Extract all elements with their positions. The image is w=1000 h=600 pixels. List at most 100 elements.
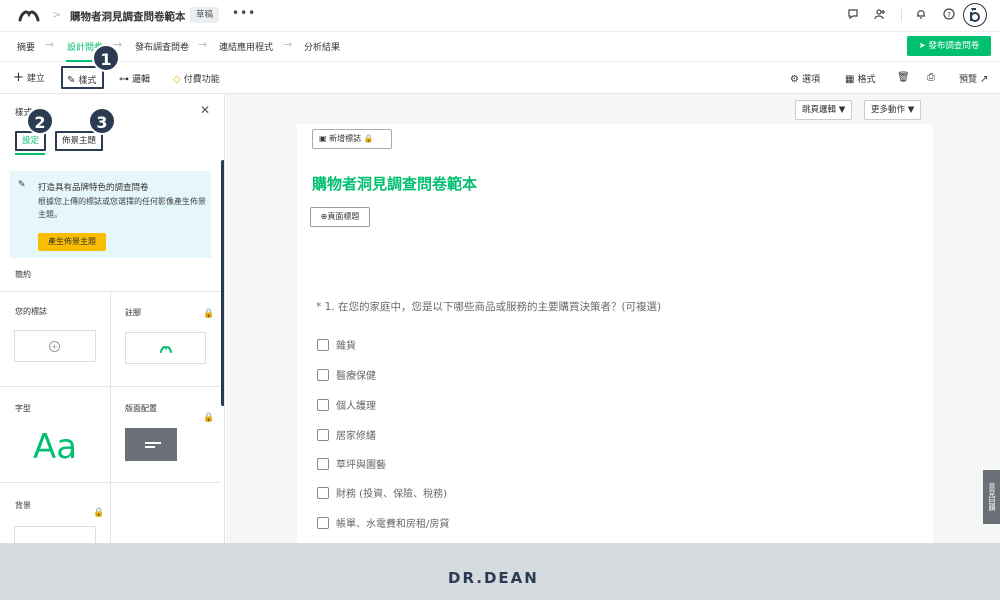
panel-scrollbar[interactable] [221, 160, 224, 406]
pencil-icon: ✎ [67, 75, 76, 86]
step-summary[interactable]: 摘要 [17, 40, 35, 53]
callout-badge-3: 3 [88, 107, 116, 135]
page-logic-button[interactable]: 跳頁邏輯 ▼ [795, 100, 853, 120]
logic-button[interactable]: ⊶ 邏輯 [119, 72, 150, 85]
plus-icon: + [49, 341, 60, 352]
app-logo-icon [160, 346, 172, 353]
list-item[interactable]: 個人護理 [317, 397, 376, 412]
tag-icon: ◇ [173, 74, 181, 85]
callout-badge-1: 1 [92, 44, 120, 72]
app-logo-icon[interactable] [18, 8, 40, 22]
external-link-icon: ↗ [980, 74, 989, 85]
background-option-box[interactable] [14, 526, 96, 543]
divider [110, 291, 111, 543]
format-button[interactable]: ▦ 格式 [845, 72, 875, 85]
preview-button[interactable]: 預覽 ↗ [959, 72, 991, 85]
checkbox[interactable] [317, 369, 329, 381]
checkbox[interactable] [317, 429, 329, 441]
arrow-right-icon: → [198, 38, 208, 51]
gear-icon: ⚙ [790, 74, 799, 85]
step-navigation: 摘要 → 設計問卷 → 發布調查問卷 → 連結應用程式 → 分析結果 ➤ 發布調… [0, 32, 1000, 62]
lock-icon: 🔒 [203, 413, 215, 423]
step-connect-apps[interactable]: 連結應用程式 [219, 40, 273, 53]
more-options-button[interactable]: ••• [232, 6, 256, 20]
more-actions-label: 更多動作 [871, 105, 906, 115]
option-label: 帳單、水電費和房租/房貸 [336, 519, 450, 530]
survey-canvas: 跳頁邏輯 ▼ 更多動作 ▼ ▣ 新增標誌 🔒 購物者洞見調查問卷範本 ⊕頁面標題… [226, 94, 1000, 543]
page-logic-label: 跳頁邏輯 [802, 105, 837, 115]
close-icon[interactable]: ✕ [200, 103, 210, 117]
logic-icon: ⊶ [119, 74, 129, 85]
list-item[interactable]: 雜貨 [317, 337, 356, 352]
checkbox[interactable] [317, 517, 329, 529]
callout-badge-2: 2 [26, 107, 54, 135]
layout-preview-line [145, 442, 161, 444]
lock-icon: 🔒 [93, 508, 105, 518]
grid-icon: ▦ [845, 74, 855, 85]
background-label: 背景 [15, 501, 31, 510]
status-badge: 草稿 [190, 7, 220, 23]
checkbox[interactable] [317, 399, 329, 411]
caret-down-icon: ▼ [838, 105, 846, 115]
help-icon[interactable]: ? [942, 8, 956, 22]
chat-icon[interactable] [846, 8, 860, 22]
printer-icon: ⎙ [927, 72, 935, 83]
survey-heading[interactable]: 購物者洞見調查問卷範本 [312, 173, 477, 194]
list-item[interactable]: 帳單、水電費和房租/房貸 [317, 515, 449, 530]
page-title-button[interactable]: ⊕頁面標題 [310, 207, 370, 227]
options-button[interactable]: ⚙ 選項 [790, 72, 820, 85]
breadcrumb-separator-icon: > [52, 8, 62, 21]
question-text[interactable]: * 1. 在您的家庭中，您是以下哪些商品或服務的主要購買決策者？(可複選) [316, 299, 661, 314]
checkbox[interactable] [317, 458, 329, 470]
list-item[interactable]: 財務 (投資、保險、稅務) [317, 485, 447, 500]
plus-icon: + [13, 70, 24, 85]
style-button-content: ✎ 樣式 [67, 73, 96, 86]
paid-features-button[interactable]: ◇ 付費功能 [173, 72, 220, 85]
app-root: > 購物者洞見調查問卷範本 草稿 ••• ? 摘要 → 設計問卷 → 發布調查問… [0, 0, 1000, 600]
your-logo-label: 您的標誌 [15, 307, 47, 316]
option-label: 雜貨 [336, 341, 356, 352]
create-button[interactable]: + 建立 [13, 70, 45, 85]
list-item[interactable]: 醫療保健 [317, 367, 376, 382]
font-sample[interactable]: Aa [33, 427, 77, 467]
paid-features-label: 付費功能 [183, 75, 220, 85]
divider [0, 482, 221, 483]
add-user-icon[interactable] [873, 8, 887, 22]
feedback-tab[interactable]: 意見回饋 [983, 470, 1000, 524]
delete-button[interactable]: 🗑 [897, 72, 913, 83]
layout-option-box[interactable] [125, 428, 177, 461]
add-logo-label: 新增標誌 [329, 134, 362, 143]
create-label: 建立 [26, 74, 45, 84]
footer-option-box[interactable] [125, 332, 206, 364]
step-analyze-results[interactable]: 分析結果 [304, 40, 340, 53]
step-publish-survey[interactable]: 發布調查問卷 [135, 40, 189, 53]
bell-icon[interactable] [914, 8, 928, 22]
promo-title: 打造具有品牌特色的調查問卷 [38, 183, 149, 193]
survey-title[interactable]: 購物者洞見調查問卷範本 [70, 9, 186, 24]
lock-icon: 🔒 [203, 309, 215, 319]
pencil-icon: ✎ [18, 180, 26, 190]
footer-label: 註腳 [125, 308, 141, 317]
print-button[interactable]: ⎙ [927, 72, 938, 83]
list-item[interactable]: 草坪與園藝 [317, 456, 386, 471]
svg-text:?: ? [947, 11, 951, 19]
lock-icon: 🔒 [361, 134, 374, 143]
user-avatar[interactable] [963, 3, 987, 27]
checkbox[interactable] [317, 487, 329, 499]
preview-label: 預覽 [959, 75, 978, 85]
list-item[interactable]: 居家修繕 [317, 427, 376, 442]
checkbox[interactable] [317, 339, 329, 351]
add-logo-button[interactable]: ▣ 新增標誌 🔒 [312, 129, 392, 149]
publish-survey-button[interactable]: ➤ 發布調查問卷 [907, 36, 991, 56]
option-label: 草坪與園藝 [336, 460, 386, 471]
arrow-right-icon: → [45, 38, 55, 51]
send-icon: ➤ [918, 41, 929, 51]
trash-icon: 🗑 [897, 72, 910, 83]
logic-label: 邏輯 [132, 75, 151, 85]
editor-toolbar: + 建立 ✎ 樣式 ⊶ 邏輯 ◇ 付費功能 ⚙ 選項 ▦ 格式 🗑 ⎙ 預覽 ↗ [0, 62, 1000, 94]
arrow-right-icon: → [283, 38, 293, 51]
summary-label: 簡約 [15, 270, 31, 279]
image-icon: ▣ [319, 134, 330, 143]
more-actions-button[interactable]: 更多動作 ▼ [864, 100, 922, 120]
generate-theme-button[interactable]: 產生佈景主題 [38, 233, 106, 251]
